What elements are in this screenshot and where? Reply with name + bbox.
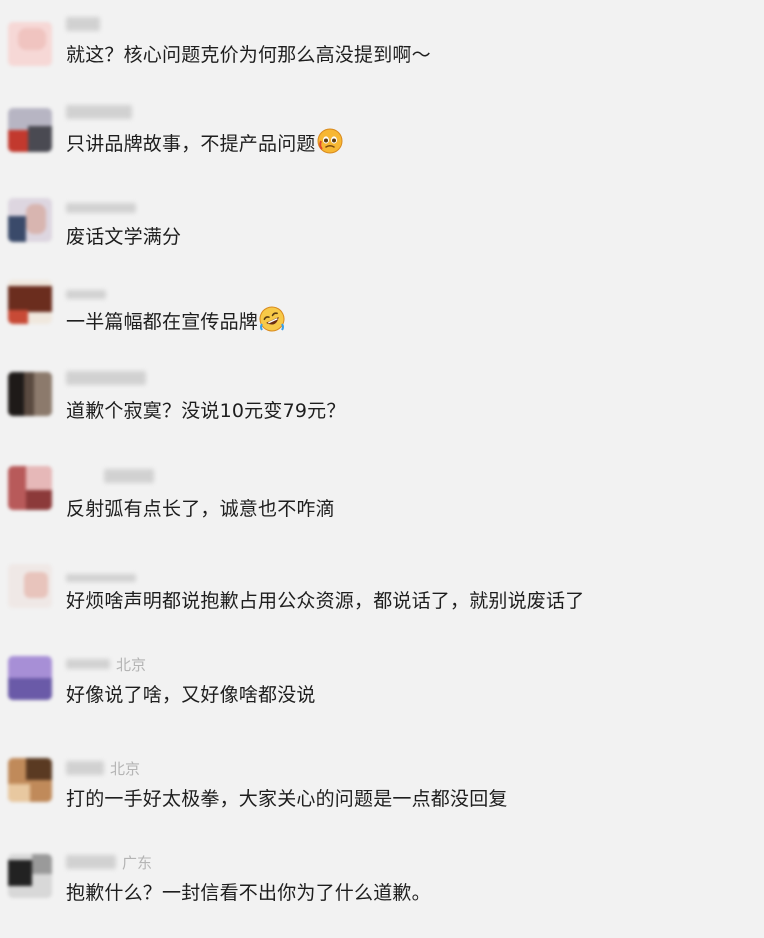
comment-text: 好烦啥声明都说抱歉占用公众资源，都说话了，就别说废话了 [66, 590, 585, 612]
comment-text: 废话文学满分 [66, 226, 182, 248]
location-label: 北京 [110, 759, 141, 778]
comment-text: 只讲品牌故事，不提产品问题 [66, 128, 343, 161]
comment-text: 好像说了啥，又好像啥都没说 [66, 684, 316, 706]
username-redacted [66, 289, 106, 299]
avatar-icon[interactable] [8, 22, 52, 66]
comment-meta: 北京 [66, 758, 140, 778]
comment-meta: 北京 [66, 654, 146, 674]
location-label: 北京 [116, 655, 147, 674]
comment-meta [66, 14, 100, 34]
comment-item: 北京 打的一手好太极拳，大家关心的问题是一点都没回复 [0, 754, 764, 844]
comment-meta [66, 102, 132, 122]
avatar-icon[interactable] [8, 854, 52, 898]
avatar-icon[interactable] [8, 372, 52, 416]
comment-text-content: 只讲品牌故事，不提产品问题 [66, 133, 316, 155]
username-redacted [104, 469, 154, 483]
comment-meta [66, 198, 136, 218]
avatar-icon[interactable] [8, 198, 52, 242]
comment-meta [66, 284, 106, 304]
comment-meta [66, 466, 154, 486]
rolling-laughing-face-icon [259, 306, 285, 339]
avatar-icon[interactable] [8, 656, 52, 700]
pleading-face-icon [317, 128, 343, 161]
username-redacted [66, 17, 100, 31]
comment-item: 好烦啥声明都说抱歉占用公众资源，都说话了，就别说废话了 [0, 556, 764, 646]
comment-text-content: 一半篇幅都在宣传品牌 [66, 311, 259, 333]
comment-meta [66, 568, 136, 588]
avatar-icon[interactable] [8, 280, 52, 324]
comment-item: 废话文学满分 [0, 192, 764, 282]
comment-text: 道歉个寂寞？没说10元变79元？ [66, 400, 346, 422]
comment-item: 一半篇幅都在宣传品牌 [0, 276, 764, 366]
comment-item: 北京 好像说了啥，又好像啥都没说 [0, 652, 764, 742]
comment-text: 反射弧有点长了，诚意也不咋滴 [66, 498, 335, 520]
username-redacted [66, 203, 136, 213]
comment-text: 就这？核心问题克价为何那么高没提到啊～ [66, 44, 431, 66]
avatar-icon[interactable] [8, 758, 52, 802]
comment-meta [66, 368, 146, 388]
username-redacted [66, 659, 110, 669]
comment-meta: 广东 [66, 852, 152, 872]
username-redacted [66, 574, 136, 582]
avatar-icon[interactable] [8, 108, 52, 152]
username-redacted [66, 105, 132, 119]
username-redacted [66, 371, 146, 385]
comment-item: 广东 抱歉什么？一封信看不出你为了什么道歉。 [0, 848, 764, 938]
username-redacted [66, 761, 104, 775]
comment-text: 抱歉什么？一封信看不出你为了什么道歉。 [66, 882, 431, 904]
comment-item: 就这？核心问题克价为何那么高没提到啊～ [0, 10, 764, 100]
avatar-icon[interactable] [8, 466, 52, 510]
comment-item: 反射弧有点长了，诚意也不咋滴 [0, 460, 764, 550]
comment-item: 只讲品牌故事，不提产品问题 [0, 100, 764, 190]
comment-text: 一半篇幅都在宣传品牌 [66, 306, 285, 339]
avatar-icon[interactable] [8, 564, 52, 608]
comment-text: 打的一手好太极拳，大家关心的问题是一点都没回复 [66, 788, 508, 810]
username-redacted [66, 855, 116, 869]
comment-list: 就这？核心问题克价为何那么高没提到啊～ 只讲品牌故事，不提产品问题 废话文学满分 [0, 0, 764, 931]
comment-item: 道歉个寂寞？没说10元变79元？ [0, 364, 764, 454]
location-label: 广东 [122, 853, 153, 872]
